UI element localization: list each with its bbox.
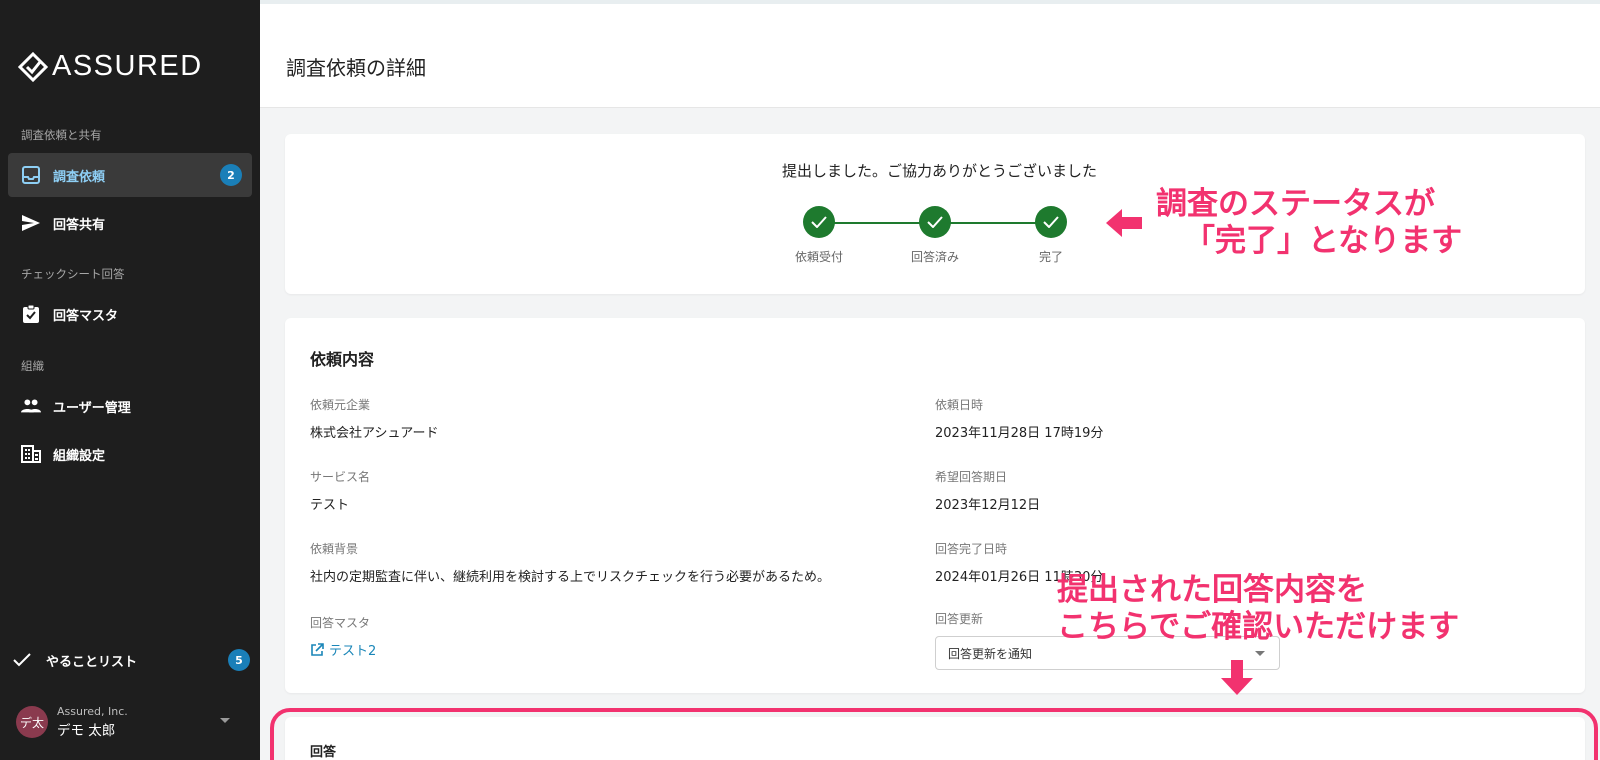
page-header: 調査依頼の詳細 — [260, 4, 1600, 108]
sidebar-item-request[interactable]: 調査依頼 2 — [8, 153, 252, 197]
status-message: 提出しました。ご協力ありがとうございました — [782, 162, 1098, 180]
field-label-completed: 回答完了日時 — [935, 542, 1008, 556]
check-icon — [12, 650, 32, 670]
sidebar-item-label: ユーザー管理 — [53, 400, 131, 416]
send-icon — [21, 213, 41, 233]
field-label-background: 依頼背景 — [310, 542, 359, 556]
logo[interactable]: ASSURED — [18, 50, 203, 83]
step-received: 依頼受付 — [779, 206, 859, 265]
todo-list-item[interactable]: やることリスト 5 — [12, 642, 252, 678]
brand-name: ASSURED — [52, 50, 203, 82]
answer-annotation: 提出された回答内容を こちらでご確認いただけます — [1057, 572, 1459, 645]
step-answered: 回答済み — [895, 206, 975, 265]
answer-highlight-frame — [270, 708, 1598, 760]
section-label-request: 調査依頼と共有 — [21, 128, 102, 142]
assured-logo-icon — [18, 51, 48, 82]
field-value-requester: 株式会社アシュアード — [310, 426, 439, 441]
clipboard-check-icon — [21, 304, 41, 324]
section-label-checksheet: チェックシート回答 — [21, 267, 125, 281]
people-icon — [21, 396, 41, 416]
annotation-line: 調査のステータスが — [1156, 186, 1435, 222]
inbox-icon — [21, 165, 41, 185]
step-check-icon — [803, 206, 835, 238]
field-label-service: サービス名 — [310, 470, 371, 484]
sidebar-item-label: 回答マスタ — [53, 308, 119, 324]
building-icon — [21, 444, 41, 464]
master-link[interactable]: テスト2 — [310, 640, 376, 659]
field-label-request-date: 依頼日時 — [935, 398, 984, 412]
sidebar-item-users[interactable]: ユーザー管理 — [8, 384, 252, 428]
external-link-icon — [311, 642, 324, 656]
user-menu[interactable]: デ太 Assured, Inc. デモ 太郎 — [16, 700, 252, 744]
user-info: Assured, Inc. デモ 太郎 — [57, 705, 128, 739]
status-annotation: 調査のステータスが 「完了」となります — [1156, 186, 1462, 259]
todo-label: やることリスト — [46, 654, 138, 670]
sidebar-item-label: 組織設定 — [53, 448, 106, 464]
sidebar-item-label: 調査依頼 — [53, 169, 106, 185]
sidebar-item-label: 回答共有 — [53, 217, 106, 233]
update-select-value: 回答更新を通知 — [948, 646, 1033, 661]
step-label: 回答済み — [910, 250, 959, 264]
avatar: デ太 — [16, 706, 48, 738]
field-label-deadline: 希望回答期日 — [935, 470, 1008, 484]
step-check-icon — [1035, 206, 1067, 238]
sidebar-item-share[interactable]: 回答共有 — [8, 201, 252, 245]
section-label-org: 組織 — [21, 359, 44, 373]
request-count-badge: 2 — [220, 164, 242, 186]
master-link-text: テスト2 — [329, 644, 377, 659]
arrow-left-icon — [1106, 209, 1142, 237]
annotation-line: 「完了」となります — [1184, 222, 1463, 259]
field-label-master: 回答マスタ — [310, 616, 371, 630]
user-name: デモ 太郎 — [57, 723, 116, 739]
section-title: 依頼内容 — [310, 350, 375, 369]
field-value-background: 社内の定期監査に伴い、継続利用を検討する上でリスクチェックを行う必要があるため。 — [310, 570, 831, 585]
step-check-icon — [919, 206, 951, 238]
field-value-deadline: 2023年12月12日 — [935, 498, 1041, 513]
field-value-service: テスト — [310, 498, 350, 513]
chevron-down-icon[interactable] — [220, 718, 230, 723]
field-label-update: 回答更新 — [935, 612, 984, 626]
sidebar-item-master[interactable]: 回答マスタ — [8, 292, 252, 336]
todo-count-badge: 5 — [228, 649, 250, 671]
step-label: 依頼受付 — [794, 250, 843, 264]
page-title: 調査依頼の詳細 — [286, 56, 426, 80]
user-org: Assured, Inc. — [57, 705, 128, 718]
sidebar: ASSURED 調査依頼と共有 調査依頼 2 回答共有 チェックシート回答 回答… — [0, 0, 260, 760]
step-label: 完了 — [1038, 250, 1063, 264]
sidebar-item-org-settings[interactable]: 組織設定 — [8, 432, 252, 476]
chevron-down-icon — [1255, 651, 1265, 656]
annotation-line: 提出された回答内容を — [1057, 572, 1367, 608]
step-complete: 完了 — [1011, 206, 1091, 265]
field-label-requester: 依頼元企業 — [310, 398, 371, 412]
arrow-down-icon — [1221, 660, 1253, 695]
annotation-line: こちらでご確認いただけます — [1057, 608, 1460, 645]
field-value-request-date: 2023年11月28日 17時19分 — [935, 426, 1104, 441]
